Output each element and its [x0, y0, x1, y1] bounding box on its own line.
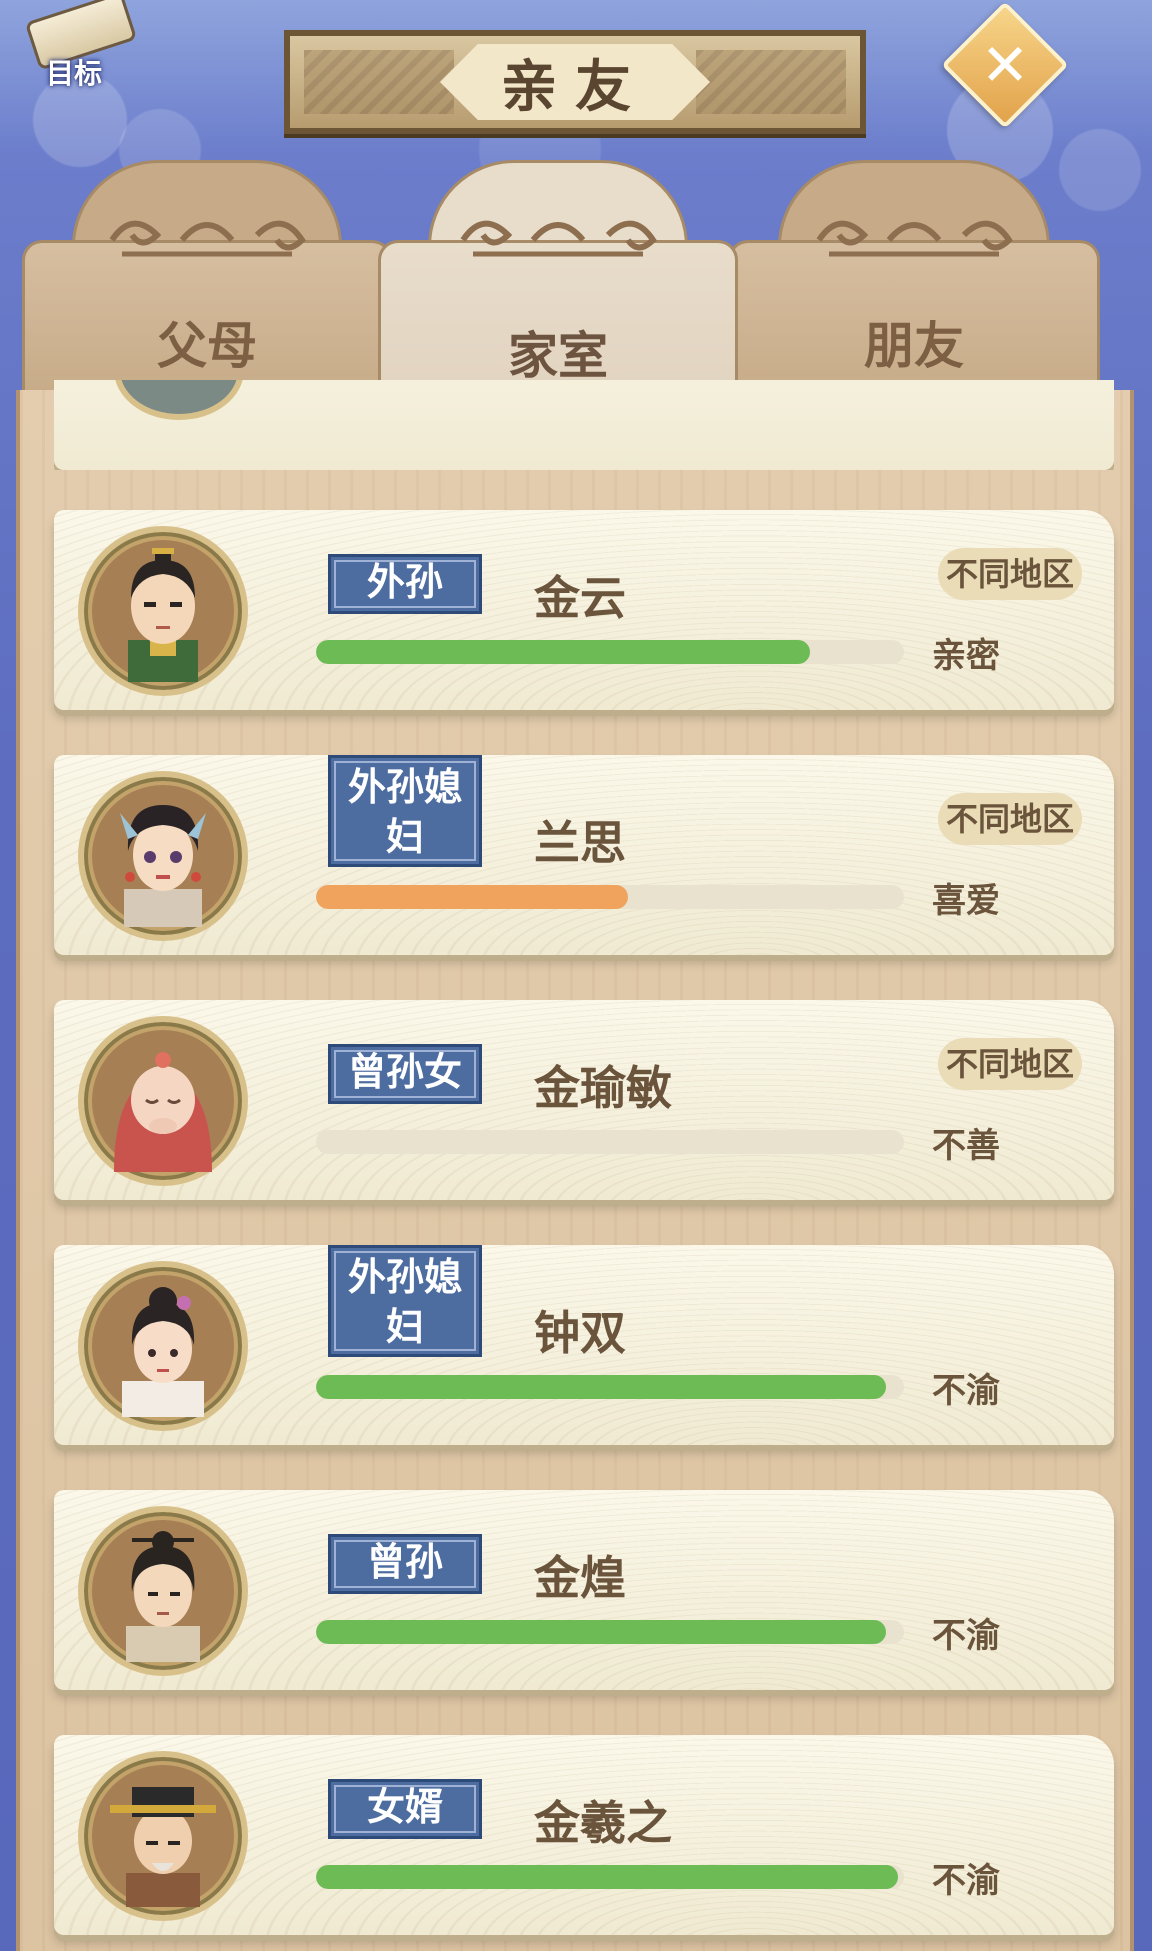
affinity-bar [316, 640, 904, 664]
relation-badge: 外孙媳妇 [328, 1245, 482, 1357]
relation-badge: 外孙媳妇 [328, 755, 482, 867]
affinity-bar-fill [316, 640, 810, 664]
relation-badge: 曾孙 [328, 1534, 482, 1594]
affinity-bar [316, 1375, 904, 1399]
page-title: 亲友 [501, 54, 649, 120]
list-item[interactable]: 外孙媳妇兰思 不同地区喜爱 [54, 755, 1114, 955]
mood-label: 不善 [932, 1126, 1000, 1166]
tab-family[interactable]: 家室 [378, 160, 738, 410]
mood-label: 不渝 [932, 1371, 1000, 1411]
affinity-bar [316, 1620, 904, 1644]
list-item[interactable]: 外孙媳妇钟双不渝 [54, 1245, 1114, 1445]
relative-name: 金羲之 [534, 1796, 672, 1850]
list-item-partial[interactable] [54, 380, 1114, 470]
title-plate: 亲友 [284, 30, 866, 134]
region-tag: 不同地区 [938, 1038, 1082, 1090]
mood-label: 亲密 [932, 636, 1000, 676]
affinity-bar [316, 1130, 904, 1154]
region-tag: 不同地区 [938, 793, 1082, 845]
list-item[interactable]: 曾孙 金煌不渝 [54, 1490, 1114, 1690]
close-icon[interactable]: ✕ [960, 20, 1050, 110]
relative-name: 金云 [534, 571, 626, 625]
relation-badge: 女婿 [328, 1779, 482, 1839]
affinity-bar [316, 885, 904, 909]
relation-badge: 曾孙女 [328, 1044, 482, 1104]
relative-name: 钟双 [534, 1306, 626, 1360]
relative-name: 金煌 [534, 1551, 626, 1605]
mood-label: 不渝 [932, 1616, 1000, 1656]
tab-friends[interactable]: 朋友 [728, 160, 1100, 400]
affinity-bar-fill [316, 885, 628, 909]
relative-name: 金瑜敏 [534, 1061, 672, 1115]
cloud-swirl-icon [109, 220, 306, 257]
cloud-swirl-icon [460, 220, 657, 257]
goal-button[interactable]: 目标 [14, 0, 138, 94]
affinity-bar-fill [316, 1865, 899, 1889]
avatar[interactable] [78, 526, 248, 696]
list-item[interactable]: 曾孙女 金瑜敏 不同地区不善 [54, 1000, 1114, 1200]
affinity-bar [316, 1865, 904, 1889]
mood-label: 不渝 [932, 1861, 1000, 1901]
tab-label: 家室 [508, 327, 608, 385]
relation-badge: 外孙 [328, 554, 482, 614]
tab-parents[interactable]: 父母 [22, 160, 392, 400]
relative-name: 兰思 [534, 816, 626, 870]
region-tag: 不同地区 [938, 548, 1082, 600]
list-item[interactable]: 外孙 金云 不同地区亲密 [54, 510, 1114, 710]
goal-label: 目标 [45, 57, 102, 90]
avatar[interactable] [78, 1506, 248, 1676]
avatar[interactable] [78, 771, 248, 941]
cloud-swirl-icon [816, 220, 1013, 257]
avatar[interactable] [78, 1261, 248, 1431]
tab-label: 朋友 [864, 317, 964, 375]
tab-label: 父母 [157, 317, 257, 375]
mood-label: 喜爱 [932, 881, 1000, 921]
affinity-bar-fill [316, 1620, 887, 1644]
affinity-bar-fill [316, 1375, 887, 1399]
title-banner: 亲友 [440, 44, 710, 120]
avatar[interactable] [78, 1751, 248, 1921]
list-item[interactable]: 女婿 金羲之不渝 [54, 1735, 1114, 1935]
avatar[interactable] [78, 1016, 248, 1186]
